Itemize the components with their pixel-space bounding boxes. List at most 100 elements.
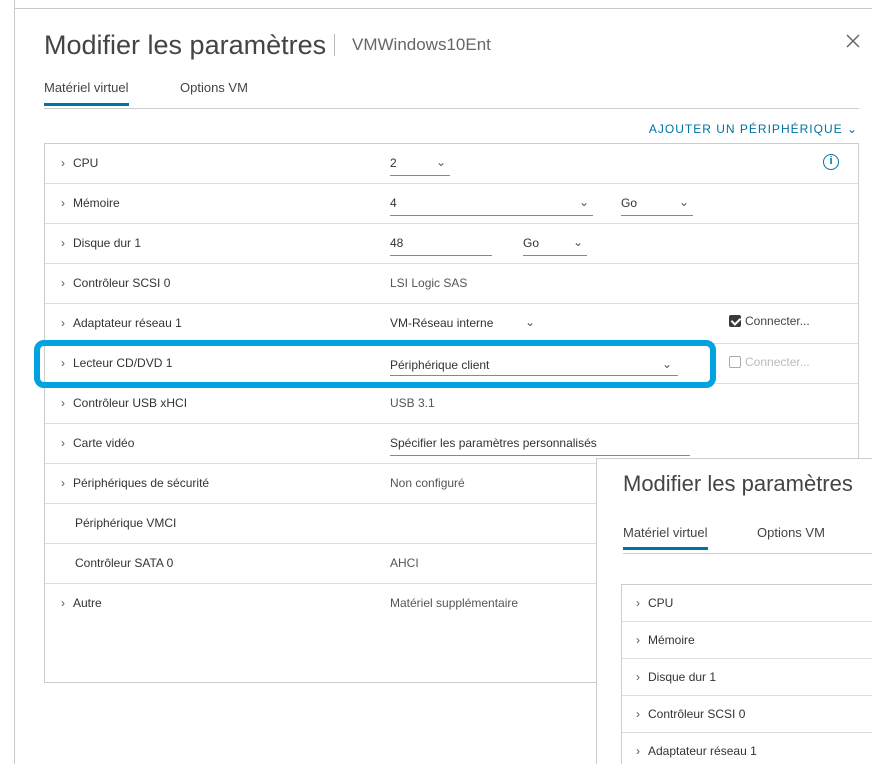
- cdrom-select-value: Périphérique client: [390, 358, 490, 372]
- chevron-right-icon: ›: [61, 276, 65, 290]
- preview-tab-vm-options[interactable]: Options VM: [757, 525, 825, 547]
- row-security-expander[interactable]: › Périphériques de sécurité: [61, 476, 209, 490]
- row-network-label: Adaptateur réseau 1: [73, 316, 182, 330]
- title-separator: [334, 34, 335, 56]
- memory-select-value: 4: [390, 196, 397, 210]
- row-usb: › Contrôleur USB xHCI USB 3.1: [45, 384, 858, 424]
- row-memory-expander[interactable]: › Mémoire: [61, 196, 120, 210]
- row-cpu-expander[interactable]: › CPU: [61, 156, 98, 170]
- row-usb-expander[interactable]: › Contrôleur USB xHCI: [61, 396, 187, 410]
- add-device-button[interactable]: AJOUTER UN PÉRIPHÉRIQUE ⌄: [649, 122, 858, 136]
- cdrom-select[interactable]: Périphérique client ⌄: [390, 350, 678, 376]
- preview-row[interactable]: › Disque dur 1: [622, 659, 872, 696]
- chevron-right-icon: ›: [61, 596, 65, 610]
- chevron-down-icon: ⌄: [435, 155, 446, 169]
- preview-row-label: › Mémoire: [636, 633, 695, 647]
- dialog-title: Modifier les paramètres: [44, 30, 327, 60]
- chevron-right-icon: ›: [636, 596, 640, 610]
- network-connect-label: Connecter...: [745, 314, 810, 328]
- memory-unit-value: Go: [621, 196, 638, 210]
- row-scsi: › Contrôleur SCSI 0 LSI Logic SAS: [45, 264, 858, 304]
- chevron-down-icon: ⌄: [678, 195, 689, 209]
- row-memory: › Mémoire 4 ⌄ Go ⌄: [45, 184, 858, 224]
- chevron-down-icon: ⌄: [661, 357, 672, 371]
- row-cdrom-expander[interactable]: › Lecteur CD/DVD 1: [61, 356, 172, 370]
- chevron-right-icon: ›: [61, 396, 65, 410]
- close-icon: [846, 34, 860, 48]
- close-button[interactable]: [842, 30, 864, 52]
- vm-name: VMWindows10Ent: [352, 35, 491, 54]
- preview-row[interactable]: › Mémoire: [622, 622, 872, 659]
- network-select[interactable]: VM-Réseau interne ⌄: [390, 310, 555, 336]
- preview-row[interactable]: › CPU: [622, 585, 872, 622]
- chevron-right-icon: ›: [61, 436, 65, 450]
- row-disk-expander[interactable]: › Disque dur 1: [61, 236, 141, 250]
- chevron-right-icon: ›: [61, 156, 65, 170]
- preview-row-label: › CPU: [636, 596, 673, 610]
- row-cdrom: › Lecteur CD/DVD 1 Périphérique client ⌄ …: [45, 344, 858, 384]
- row-security-label: Périphériques de sécurité: [73, 476, 210, 490]
- network-select-value: VM-Réseau interne: [390, 316, 494, 330]
- chevron-down-icon: ⌄: [524, 315, 535, 329]
- row-memory-label: Mémoire: [73, 196, 120, 210]
- row-video-expander[interactable]: › Carte vidéo: [61, 436, 134, 450]
- zoomed-dialog-preview: Modifier les paramètres Matériel virtuel…: [596, 458, 872, 764]
- row-other-expander[interactable]: › Autre: [61, 596, 102, 610]
- info-icon[interactable]: i: [823, 154, 839, 170]
- preview-row-label: › Adaptateur réseau 1: [636, 744, 757, 758]
- disk-size-input[interactable]: 48: [390, 230, 492, 256]
- memory-select[interactable]: 4 ⌄: [390, 190, 593, 216]
- chevron-down-icon: ⌄: [572, 235, 583, 249]
- preview-hardware-grid: › CPU › Mémoire › Disque dur 1 › Contrôleur …: [621, 584, 872, 764]
- tab-vm-options[interactable]: Options VM: [180, 80, 248, 103]
- usb-value: USB 3.1: [390, 396, 435, 410]
- preview-row-text: Contrôleur SCSI 0: [648, 707, 746, 721]
- dialog-window: Modifier les paramètres VMWindows10Ent M…: [0, 0, 872, 764]
- row-cpu-label: CPU: [73, 156, 99, 170]
- preview-row-text: Mémoire: [648, 633, 695, 647]
- window-top-border: [14, 8, 872, 9]
- cdrom-connect-label: Connecter...: [745, 355, 810, 369]
- row-scsi-label: Contrôleur SCSI 0: [73, 276, 171, 290]
- preview-row[interactable]: › Adaptateur réseau 1: [622, 733, 872, 764]
- preview-row-text: Disque dur 1: [648, 670, 717, 684]
- preview-title: Modifier les paramètres: [623, 471, 853, 496]
- chevron-right-icon: ›: [636, 744, 640, 758]
- video-select[interactable]: Spécifier les paramètres personnalisés: [390, 430, 690, 456]
- memory-unit-select[interactable]: Go ⌄: [621, 190, 693, 216]
- preview-row[interactable]: › Contrôleur SCSI 0: [622, 696, 872, 733]
- preview-tab-virtual-hardware[interactable]: Matériel virtuel: [623, 525, 708, 550]
- disk-unit-select[interactable]: Go ⌄: [523, 230, 587, 256]
- scsi-value: LSI Logic SAS: [390, 276, 468, 290]
- preview-row-label: › Contrôleur SCSI 0: [636, 707, 745, 721]
- video-select-value: Spécifier les paramètres personnalisés: [390, 436, 597, 450]
- tab-virtual-hardware[interactable]: Matériel virtuel: [44, 80, 129, 106]
- cpu-select-value: 2: [390, 156, 397, 170]
- row-scsi-expander[interactable]: › Contrôleur SCSI 0: [61, 276, 170, 290]
- disk-unit-value: Go: [523, 236, 540, 250]
- chevron-right-icon: ›: [636, 633, 640, 647]
- row-disk-label: Disque dur 1: [73, 236, 142, 250]
- preview-row-text: Adaptateur réseau 1: [648, 744, 757, 758]
- window-left-border: [14, 0, 15, 764]
- preview-row-text: CPU: [648, 596, 674, 610]
- tabs-divider: [44, 108, 859, 109]
- row-disk: › Disque dur 1 48 Go ⌄: [45, 224, 858, 264]
- row-sata-label: Contrôleur SATA 0: [75, 556, 174, 570]
- sata-value: AHCI: [390, 556, 419, 570]
- chevron-right-icon: ›: [61, 476, 65, 490]
- chevron-right-icon: ›: [61, 316, 65, 330]
- row-cpu: › CPU 2 ⌄ i: [45, 144, 858, 184]
- row-other-label: Autre: [73, 596, 102, 610]
- cdrom-connect-checkbox[interactable]: [729, 356, 741, 368]
- other-value: Matériel supplémentaire: [390, 596, 519, 610]
- cpu-select[interactable]: 2 ⌄: [390, 150, 450, 176]
- row-network-expander[interactable]: › Adaptateur réseau 1: [61, 316, 182, 330]
- chevron-right-icon: ›: [61, 356, 65, 370]
- network-connect-checkbox[interactable]: [729, 315, 741, 327]
- row-video-label: Carte vidéo: [73, 436, 135, 450]
- chevron-right-icon: ›: [636, 707, 640, 721]
- row-vmci-label: Périphérique VMCI: [75, 516, 177, 530]
- row-network: › Adaptateur réseau 1 VM-Réseau interne ⌄…: [45, 304, 858, 344]
- security-value: Non configuré: [390, 476, 465, 490]
